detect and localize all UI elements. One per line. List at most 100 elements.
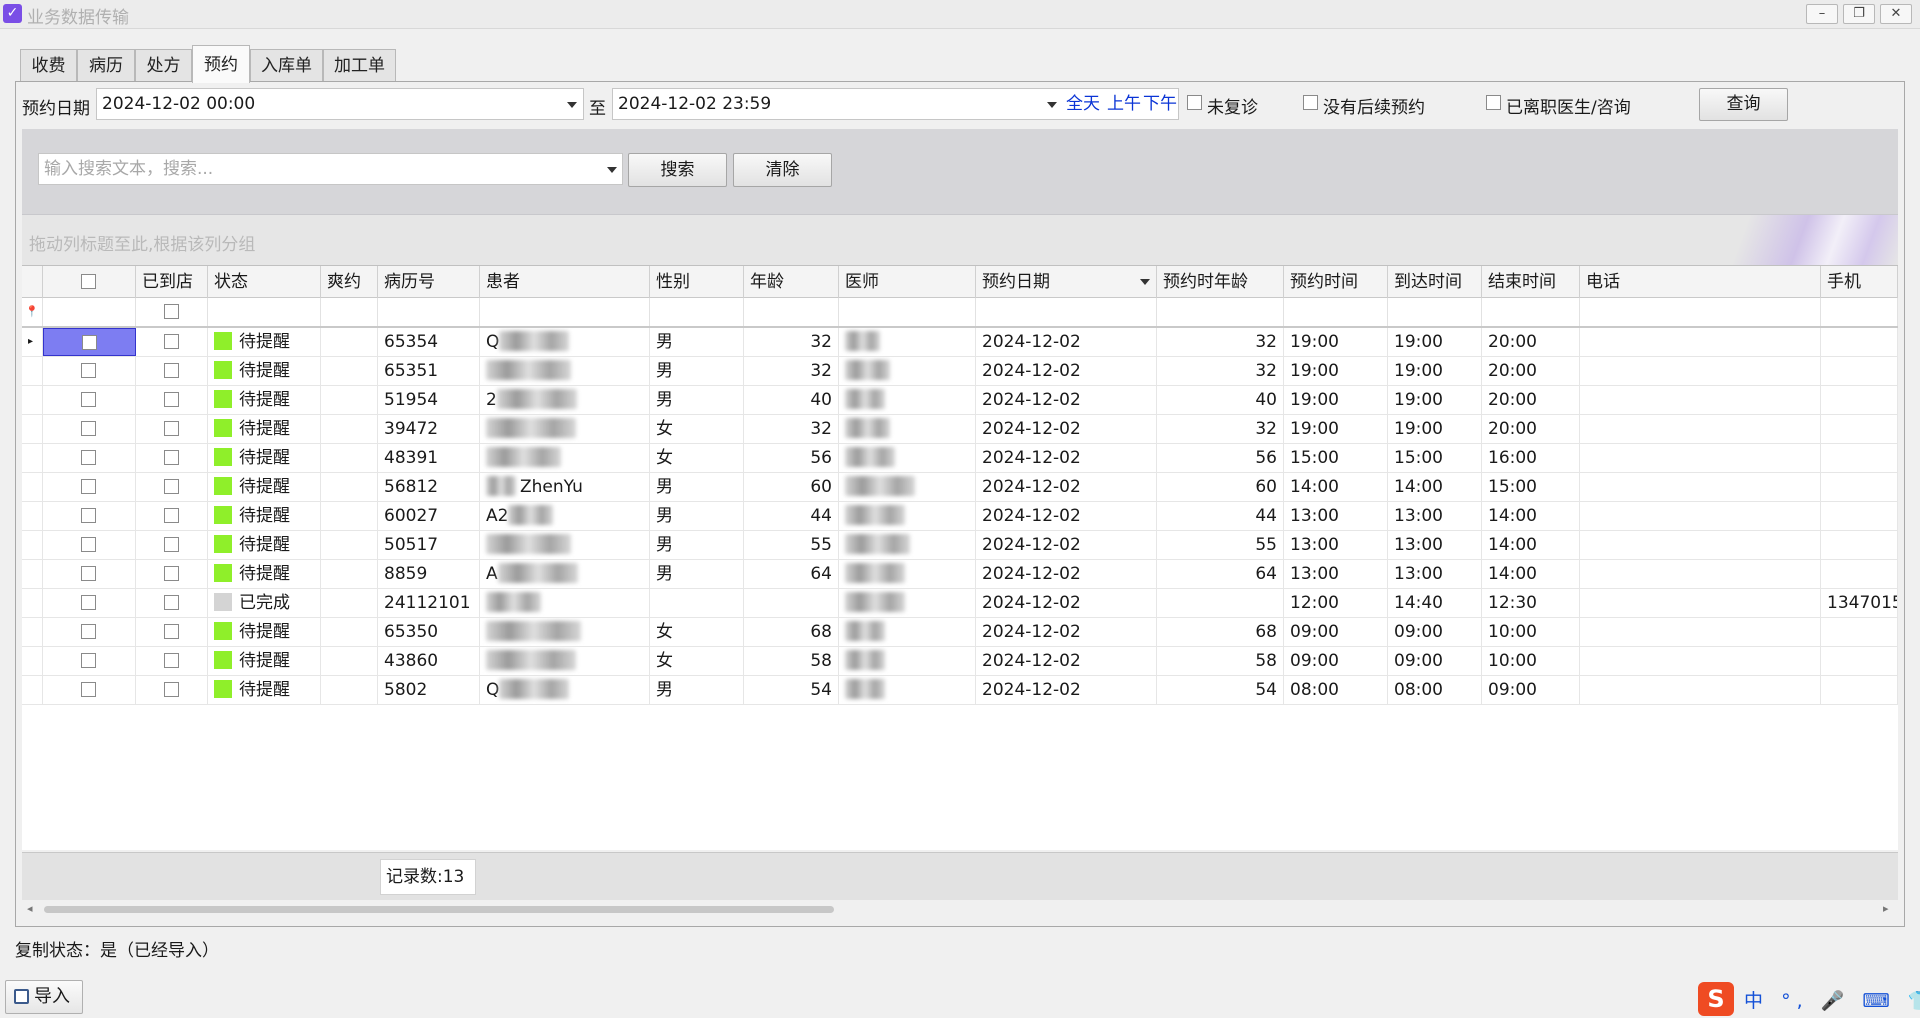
header-arrive-time[interactable]: 到达时间	[1388, 266, 1482, 298]
patient-cell[interactable]	[480, 589, 650, 617]
header-phone[interactable]: 电话	[1580, 266, 1821, 298]
appt-time-cell[interactable]: 09:00	[1284, 647, 1388, 675]
appt-time-cell[interactable]: 13:00	[1284, 560, 1388, 588]
tab-appointment[interactable]: 预约	[192, 45, 250, 83]
row-select-cell[interactable]	[43, 531, 136, 559]
chevron-down-icon[interactable]	[1047, 102, 1057, 108]
chevron-down-icon[interactable]	[567, 102, 577, 108]
doctor-cell[interactable]	[839, 618, 976, 646]
age-cell[interactable]: 56	[744, 444, 839, 472]
age-at-appt-cell[interactable]: 32	[1157, 357, 1284, 385]
age-at-appt-cell[interactable]: 68	[1157, 618, 1284, 646]
arrived-checkbox[interactable]	[164, 653, 179, 668]
table-row[interactable]: 待提醒 51954 2 男 40 2024-12-02 40 19:00 19:00 20:00	[22, 386, 1898, 415]
appt-date-cell[interactable]: 2024-12-02	[976, 473, 1157, 501]
mobile-cell[interactable]	[1821, 502, 1898, 530]
arrive-time-cell[interactable]: 19:00	[1388, 328, 1482, 356]
end-time-cell[interactable]: 20:00	[1482, 386, 1580, 414]
arrive-time-cell[interactable]: 19:00	[1388, 386, 1482, 414]
arrived-cell[interactable]	[136, 676, 208, 704]
minimize-button[interactable]: –	[1806, 4, 1838, 24]
appt-date-cell[interactable]: 2024-12-02	[976, 676, 1157, 704]
arrive-time-cell[interactable]: 09:00	[1388, 618, 1482, 646]
no-show-cell[interactable]	[321, 328, 378, 356]
tab-processing[interactable]: 加工单	[323, 49, 396, 82]
patient-cell[interactable]	[480, 444, 650, 472]
phone-cell[interactable]	[1580, 531, 1821, 559]
appt-time-cell[interactable]: 19:00	[1284, 328, 1388, 356]
status-cell[interactable]: 待提醒	[208, 560, 321, 588]
arrived-checkbox[interactable]	[164, 363, 179, 378]
row-select-checkbox[interactable]	[81, 653, 96, 668]
phone-cell[interactable]	[1580, 618, 1821, 646]
age-cell[interactable]: 32	[744, 415, 839, 443]
record-no-cell[interactable]: 50517	[378, 531, 480, 559]
row-select-cell[interactable]	[43, 415, 136, 443]
header-age-at-appt[interactable]: 预约时年龄	[1157, 266, 1284, 298]
filter-arrived-checkbox[interactable]	[164, 304, 179, 319]
row-select-checkbox[interactable]	[81, 450, 96, 465]
arrive-time-cell[interactable]: 15:00	[1388, 444, 1482, 472]
filter-cell-arrived[interactable]	[136, 298, 208, 326]
row-indicator[interactable]	[22, 531, 43, 559]
not-revisit-checkbox[interactable]	[1187, 95, 1202, 110]
appt-time-cell[interactable]: 19:00	[1284, 386, 1388, 414]
row-select-checkbox[interactable]	[81, 624, 96, 639]
row-select-cell[interactable]	[43, 502, 136, 530]
no-followup-checkbox[interactable]	[1303, 95, 1318, 110]
arrived-cell[interactable]	[136, 328, 208, 356]
arrived-checkbox[interactable]	[164, 450, 179, 465]
arrive-time-cell[interactable]: 13:00	[1388, 531, 1482, 559]
record-no-cell[interactable]: 65350	[378, 618, 480, 646]
filter-cell[interactable]	[1580, 298, 1821, 326]
filter-cell[interactable]	[1482, 298, 1580, 326]
row-select-cell[interactable]	[43, 618, 136, 646]
status-cell[interactable]: 待提醒	[208, 647, 321, 675]
status-cell[interactable]: 待提醒	[208, 531, 321, 559]
age-at-appt-cell[interactable]: 55	[1157, 531, 1284, 559]
end-time-cell[interactable]: 20:00	[1482, 357, 1580, 385]
arrived-cell[interactable]	[136, 560, 208, 588]
row-indicator[interactable]	[22, 676, 43, 704]
doctor-cell[interactable]	[839, 647, 976, 675]
appt-time-cell[interactable]: 14:00	[1284, 473, 1388, 501]
phone-cell[interactable]	[1580, 386, 1821, 414]
status-cell[interactable]: 待提醒	[208, 386, 321, 414]
patient-cell[interactable]: ZhenYu	[480, 473, 650, 501]
arrived-cell[interactable]	[136, 531, 208, 559]
end-time-cell[interactable]: 20:00	[1482, 415, 1580, 443]
arrived-cell[interactable]	[136, 589, 208, 617]
row-indicator[interactable]	[22, 502, 43, 530]
appt-time-cell[interactable]: 08:00	[1284, 676, 1388, 704]
arrived-cell[interactable]	[136, 357, 208, 385]
morning-link[interactable]: 上午	[1107, 89, 1141, 119]
row-select-cell[interactable]	[43, 328, 136, 356]
end-time-cell[interactable]: 14:00	[1482, 531, 1580, 559]
end-time-cell[interactable]: 12:30	[1482, 589, 1580, 617]
appt-time-cell[interactable]: 13:00	[1284, 531, 1388, 559]
age-at-appt-cell[interactable]: 64	[1157, 560, 1284, 588]
row-indicator[interactable]	[22, 357, 43, 385]
mobile-cell[interactable]	[1821, 473, 1898, 501]
search-button[interactable]: 搜索	[628, 153, 727, 187]
gender-cell[interactable]: 男	[650, 386, 744, 414]
mobile-cell[interactable]	[1821, 386, 1898, 414]
import-button[interactable]: 导入	[5, 980, 83, 1014]
no-show-cell[interactable]	[321, 531, 378, 559]
no-show-cell[interactable]	[321, 357, 378, 385]
tab-stock-in[interactable]: 入库单	[250, 49, 323, 82]
status-cell[interactable]: 已完成	[208, 589, 321, 617]
mobile-cell[interactable]	[1821, 676, 1898, 704]
status-cell[interactable]: 待提醒	[208, 473, 321, 501]
row-select-cell[interactable]	[43, 560, 136, 588]
mobile-cell[interactable]	[1821, 618, 1898, 646]
row-indicator[interactable]	[22, 473, 43, 501]
search-input[interactable]: 输入搜索文本，搜索...	[38, 153, 623, 185]
arrive-time-cell[interactable]: 13:00	[1388, 502, 1482, 530]
patient-cell[interactable]: Q	[480, 676, 650, 704]
status-cell[interactable]: 待提醒	[208, 676, 321, 704]
group-by-area[interactable]: 拖动列标题至此,根据该列分组	[22, 215, 1898, 265]
row-indicator[interactable]	[22, 444, 43, 472]
status-cell[interactable]: 待提醒	[208, 502, 321, 530]
tab-medical-record[interactable]: 病历	[77, 49, 135, 82]
